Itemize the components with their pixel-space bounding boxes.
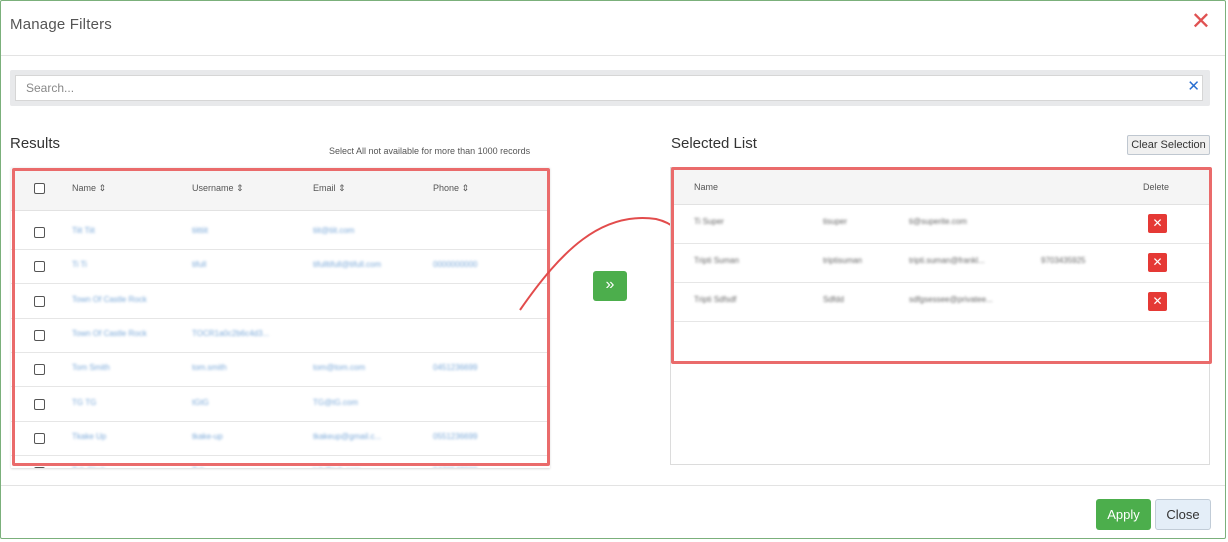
delete-icon[interactable]: ✕ (1148, 214, 1167, 233)
cell-username: triptisuman (823, 256, 863, 265)
manage-filters-dialog: Manage Filters ✕ ✕ Results Select All no… (0, 0, 1226, 539)
delete-icon[interactable]: ✕ (1148, 292, 1167, 311)
cell-email: ti@superite.com (909, 217, 967, 226)
dialog-footer (1, 485, 1225, 486)
selected-list-table: Name Delete Ti Super tisuper ti@superite.c… (670, 167, 1210, 465)
selected-row: Tripti Suman triptisuman tripti.suman@fran… (671, 244, 1209, 283)
close-button[interactable]: Close (1155, 499, 1211, 530)
cell-name: Tripti Sdfsdf (694, 295, 737, 304)
selected-list-title: Selected List (671, 135, 757, 152)
move-to-selected-button[interactable]: » (593, 271, 627, 301)
cell-name: Ti Super (694, 217, 724, 226)
cell-name: Tripti Suman (694, 256, 740, 265)
clear-selection-button[interactable]: Clear Selection (1127, 135, 1210, 155)
selected-row: Tripti Sdfsdf Sdfdd sdfgsessee@privatee...… (671, 283, 1209, 322)
column-header-name: Name (694, 182, 719, 192)
cell-email: tripti.suman@frankl... (909, 256, 985, 265)
cell-email: sdfgsessee@privatee... (909, 295, 993, 304)
column-header-delete: Delete (1143, 182, 1170, 192)
apply-button[interactable]: Apply (1096, 499, 1151, 530)
cell-username: Sdfdd (823, 295, 844, 304)
selected-table-header: Name Delete (671, 168, 1209, 205)
cell-username: tisuper (823, 217, 848, 226)
cell-phone: 9703435925 (1041, 256, 1086, 265)
selected-row: Ti Super tisuper ti@superite.com ✕ (671, 205, 1209, 244)
delete-icon[interactable]: ✕ (1148, 253, 1167, 272)
